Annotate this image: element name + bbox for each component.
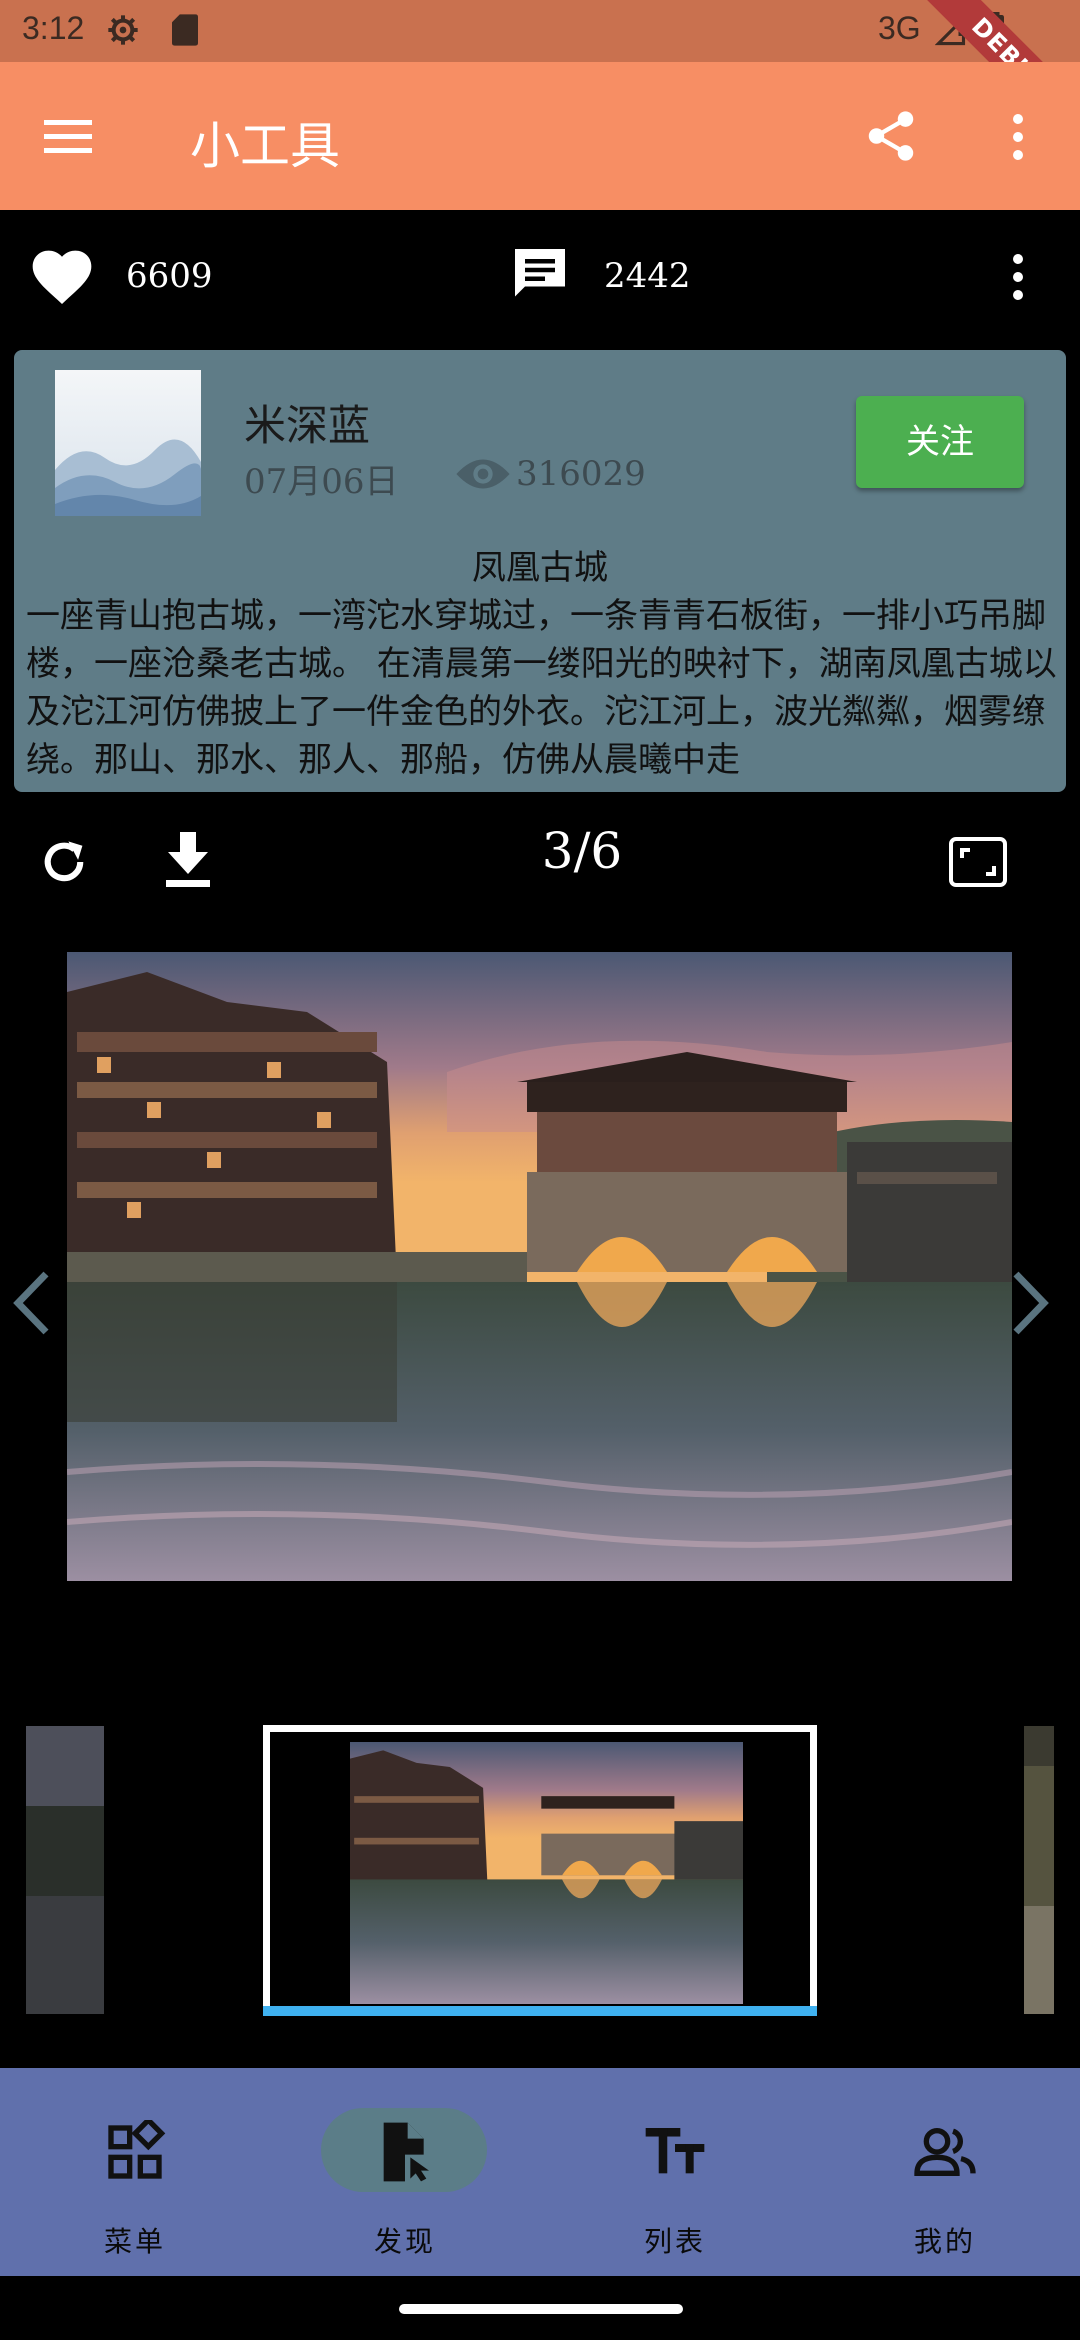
viewer-controls: 3/6	[0, 792, 1080, 932]
eye-icon	[456, 459, 510, 489]
people-icon	[914, 2128, 976, 2176]
thumbnail-previous[interactable]	[26, 1726, 104, 2014]
nav-label-menu: 菜单	[103, 2225, 166, 2258]
heart-icon[interactable]	[30, 246, 94, 306]
thumbnail-current[interactable]	[263, 1725, 817, 2014]
post-title: 凤凰古城	[472, 548, 608, 588]
status-time: 3:12	[22, 10, 85, 46]
author-name: 米深蓝	[244, 401, 371, 450]
thumbnail-next[interactable]	[1024, 1726, 1054, 2014]
nav-item-mine[interactable]: 我的	[810, 2068, 1080, 2276]
battery-icon	[986, 12, 1004, 48]
follow-button[interactable]: 关注	[856, 396, 1024, 488]
share-icon[interactable]	[862, 106, 920, 166]
gesture-bar	[0, 2276, 1080, 2340]
thumbnail-selected-indicator	[263, 2006, 817, 2016]
nav-label-discover: 发现	[373, 2225, 436, 2258]
text-fields-icon	[645, 2128, 705, 2174]
main-photo[interactable]	[67, 952, 1012, 1581]
post-card: 米深蓝 07月06日 316029 关注 凤凰古城 一座青山抱古城，一湾沱水穿城…	[14, 350, 1066, 792]
menu-icon[interactable]	[40, 110, 96, 162]
document-cursor-icon	[383, 2122, 429, 2182]
app-bar: 小工具	[0, 62, 1080, 210]
post-body: 一座青山抱古城，一湾沱水穿城过，一条青青石板街，一排小巧吊脚楼，一座沧桑老古城。…	[26, 596, 1057, 780]
status-bar: 3:12 3G DEBUG	[0, 0, 1080, 152]
page-title: 小工具	[190, 117, 340, 175]
comment-icon[interactable]	[510, 244, 570, 304]
nav-label-list: 列表	[643, 2225, 706, 2258]
previous-arrow-icon[interactable]	[10, 1268, 54, 1338]
nav-item-menu[interactable]: 菜单	[0, 2068, 270, 2276]
widgets-icon	[108, 2120, 166, 2179]
next-arrow-icon[interactable]	[1008, 1268, 1052, 1338]
avatar[interactable]	[55, 370, 201, 516]
views-count: 316029	[516, 454, 646, 494]
overflow-menu-icon[interactable]	[1000, 110, 1036, 164]
settings-gear-icon	[108, 15, 138, 45]
fullscreen-icon[interactable]	[948, 836, 1008, 888]
thumbnail-current-image	[350, 1742, 743, 2004]
sd-card-icon	[172, 14, 198, 46]
comments-count: 2442	[604, 256, 691, 296]
signal-icon	[935, 16, 966, 46]
nav-item-discover[interactable]: 发现	[270, 2068, 540, 2276]
post-date: 07月06日	[244, 462, 399, 502]
page-indicator: 3/6	[541, 822, 623, 880]
home-handle[interactable]	[399, 2304, 683, 2314]
network-type: 3G	[878, 10, 921, 46]
nav-label-mine: 我的	[913, 2225, 976, 2258]
bottom-navigation: 菜单 发现 列表 我的	[0, 2068, 1080, 2276]
likes-count: 6609	[126, 256, 213, 296]
nav-item-list[interactable]: 列表	[540, 2068, 810, 2276]
stats-row: 6609 2442	[0, 210, 1080, 350]
post-more-icon[interactable]	[1000, 250, 1036, 304]
